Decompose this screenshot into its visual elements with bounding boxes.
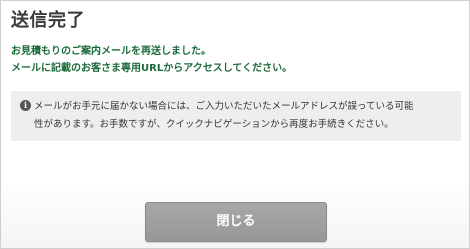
message-line: お見積もりのご案内メールを再送しました。	[11, 46, 211, 57]
dialog-title: 送信完了	[11, 10, 85, 31]
notice-line: メールがお手元に届かない場合には、ご入力いただいたメールアドレスが誤っている可能	[34, 101, 414, 112]
completion-dialog: 送信完了 お見積もりのご案内メールを再送しました。 メールに記載のお客さま専用U…	[0, 0, 470, 249]
close-button[interactable]: 閉じる	[145, 202, 327, 242]
notice-box: i メールがお手元に届かない場合には、ご入力いただいたメールアドレスが誤っている…	[11, 91, 461, 141]
confirmation-message: お見積もりのご案内メールを再送しました。 メールに記載のお客さま専用URLからア…	[11, 43, 461, 77]
message-line: メールに記載のお客さま専用URLからアクセスしてください。	[11, 63, 293, 74]
notice-text: メールがお手元に届かない場合には、ご入力いただいたメールアドレスが誤っている可能…	[34, 98, 454, 134]
info-icon: i	[20, 100, 31, 111]
notice-line: 性があります。お手数ですが、クイックナビゲーションから再度お手続きください。	[34, 119, 394, 130]
